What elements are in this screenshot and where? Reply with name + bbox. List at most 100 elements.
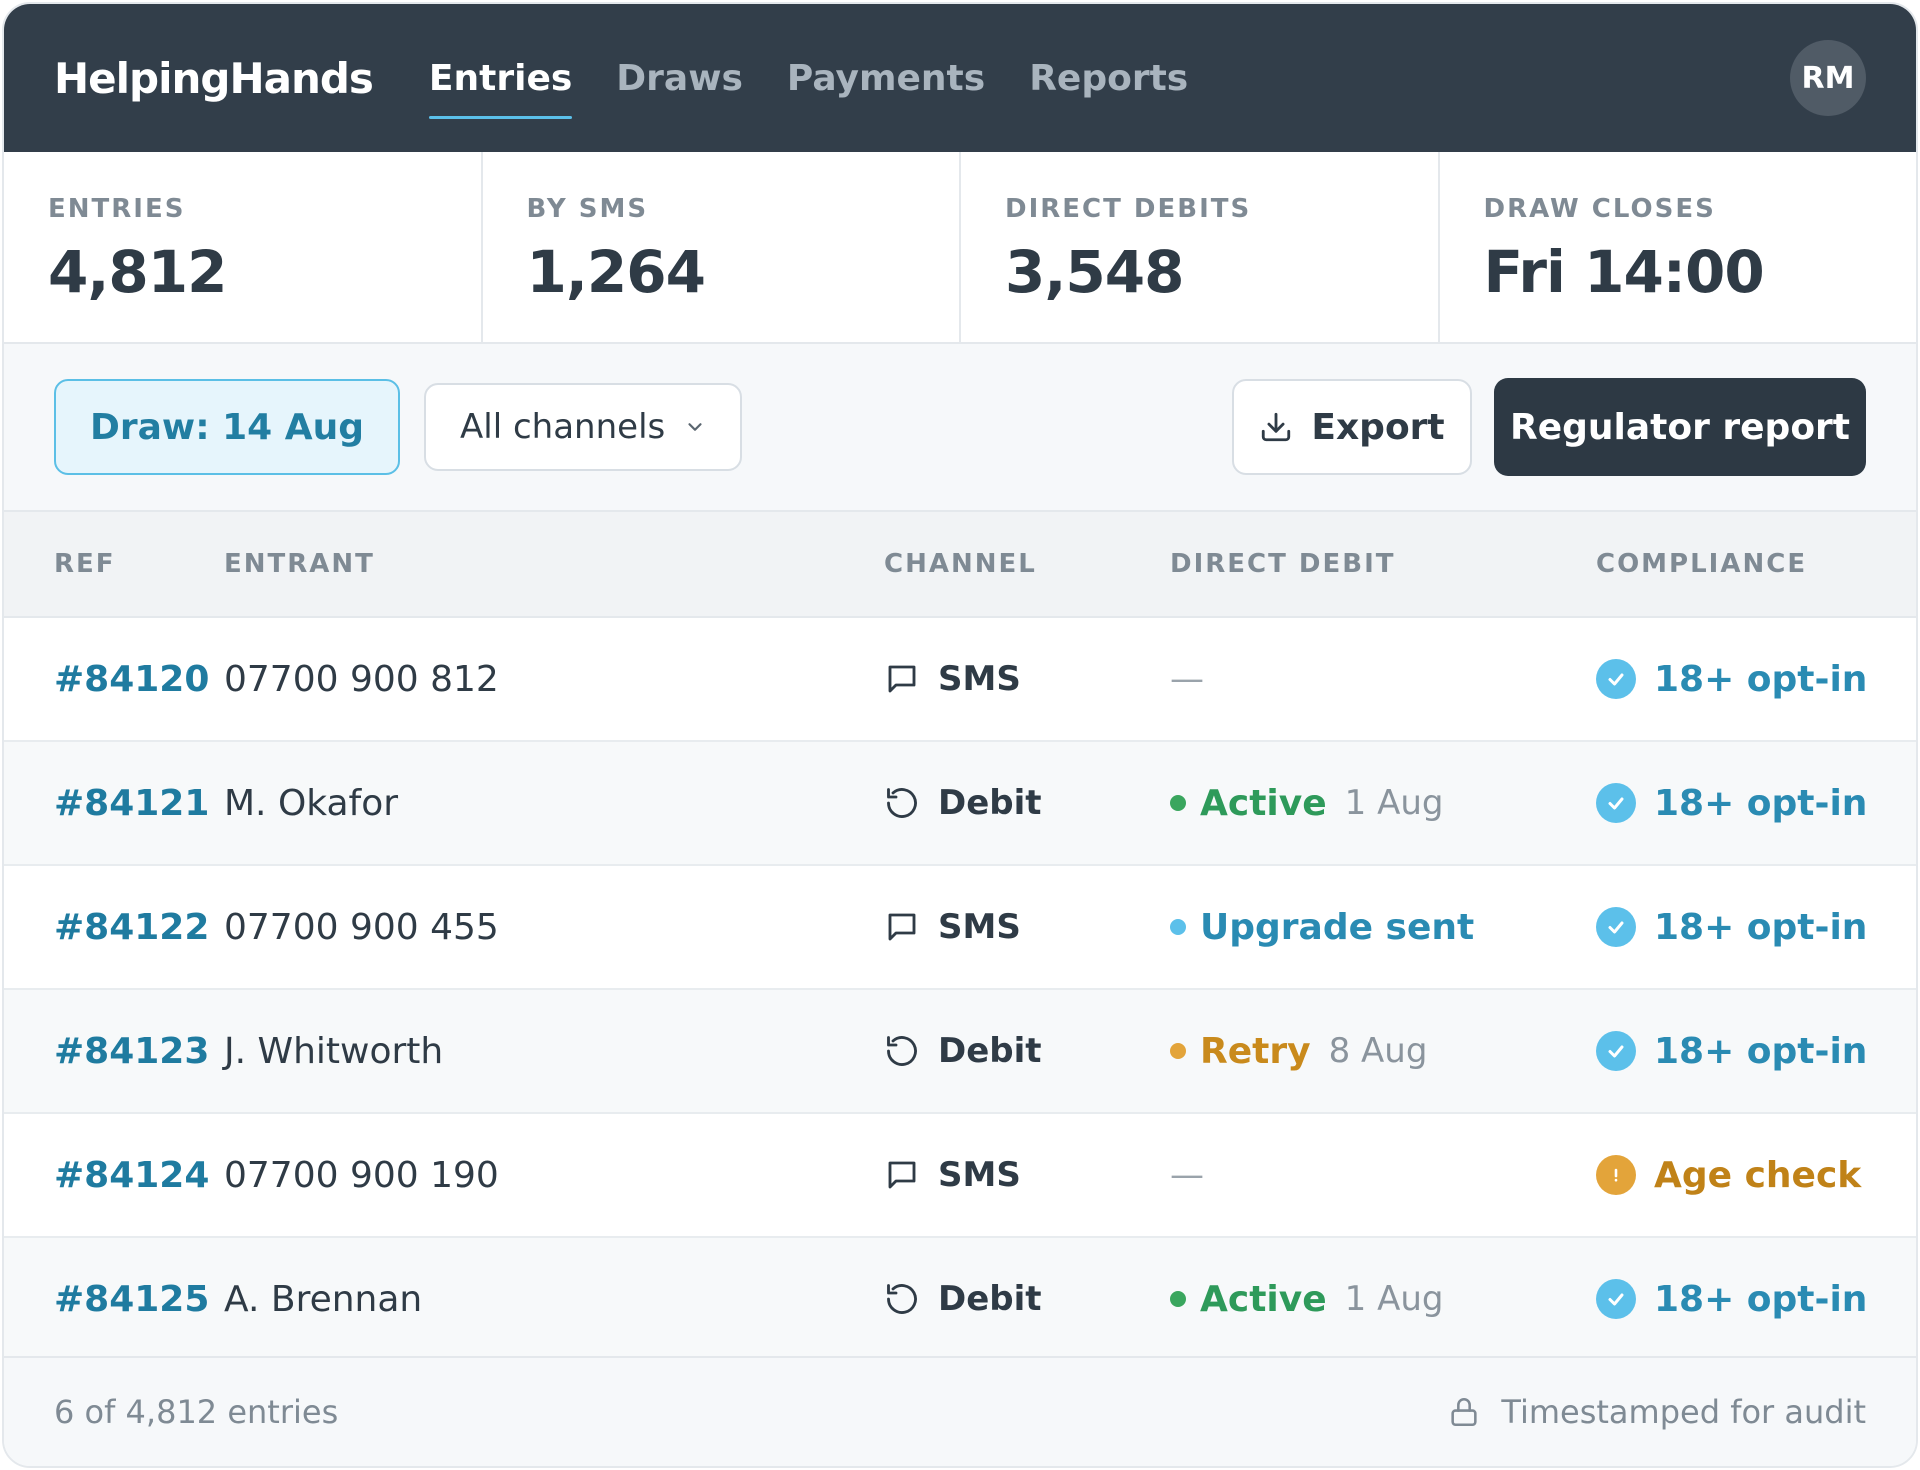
stat-entries: ENTRIES 4,812: [4, 152, 483, 342]
channel-label: SMS: [938, 907, 1021, 947]
export-button[interactable]: Export: [1232, 379, 1472, 475]
entrant-name: 07700 900 455: [224, 906, 499, 948]
tab-entries[interactable]: Entries: [428, 50, 573, 119]
status-dot: [1170, 919, 1186, 935]
channel-label: SMS: [938, 659, 1021, 699]
stat-by-sms: BY SMS 1,264: [483, 152, 961, 342]
dd-date: 1 Aug: [1344, 783, 1444, 823]
header-compliance[interactable]: COMPLIANCE: [1596, 549, 1807, 579]
regulator-report-button[interactable]: Regulator report: [1494, 378, 1866, 476]
compliance-label: 18+ opt-in: [1654, 1278, 1868, 1320]
entry-ref-link[interactable]: #84121: [54, 783, 209, 824]
entries-count: 6 of 4,812 entries: [54, 1393, 339, 1431]
dd-status: Active: [1200, 782, 1327, 824]
channel-cell: Debit: [884, 783, 1042, 823]
compliance-label: 18+ opt-in: [1654, 782, 1868, 824]
recurring-icon: [887, 1284, 917, 1314]
recurring-icon: [887, 1036, 917, 1066]
status-dot: [1170, 795, 1186, 811]
channel-label: Debit: [938, 783, 1042, 823]
tab-draws[interactable]: Draws: [616, 50, 743, 107]
app-window: HelpingHands Entries Draws Payments Repo…: [2, 2, 1918, 1468]
channel-cell: SMS: [884, 659, 1021, 699]
entry-ref-link[interactable]: #84122: [54, 907, 209, 948]
compliance-badge[interactable]: 18+ opt-in: [1596, 1031, 1867, 1072]
stats-strip: ENTRIES 4,812 BY SMS 1,264 DIRECT DEBITS…: [4, 152, 1916, 344]
channel-select-value: All channels: [460, 407, 666, 447]
stat-value: 3,548: [1005, 238, 1184, 306]
stat-label: DIRECT DEBITS: [1005, 194, 1252, 224]
table-row[interactable]: #84124 07700 900 190 SMS — Age check: [4, 1114, 1916, 1238]
stat-label: ENTRIES: [48, 194, 186, 224]
header-channel[interactable]: CHANNEL: [884, 549, 1037, 579]
status-dot: [1170, 1043, 1186, 1059]
download-icon: [1262, 412, 1291, 442]
table-header: REF ENTRANT CHANNEL DIRECT DEBIT COMPLIA…: [4, 512, 1916, 618]
top-navigation-bar: HelpingHands Entries Draws Payments Repo…: [4, 4, 1916, 152]
table-row[interactable]: #84121 M. Okafor Debit Active 1 Aug 18+ opt-i…: [4, 742, 1916, 866]
lock-icon: [1451, 1398, 1477, 1427]
stat-value: Fri 14:00: [1483, 238, 1765, 306]
table-row[interactable]: #84122 07700 900 455 SMS Upgrade sent 18+ op…: [4, 866, 1916, 990]
channel-cell: Debit: [884, 1031, 1042, 1071]
entry-ref-link[interactable]: #84123: [54, 1031, 209, 1072]
entrant-name: J. Whitworth: [224, 1030, 444, 1072]
stat-draw-closes: DRAW CLOSES Fri 14:00: [1440, 152, 1917, 342]
stat-label: DRAW CLOSES: [1483, 194, 1716, 224]
stat-value: 4,812: [48, 238, 227, 306]
user-avatar[interactable]: RM: [1790, 40, 1866, 116]
check-circle-icon: [1596, 907, 1636, 947]
compliance-badge[interactable]: 18+ opt-in: [1596, 1279, 1867, 1320]
compliance-label: Age check: [1654, 1154, 1862, 1196]
chevron-down-icon: [688, 423, 702, 431]
header-entrant[interactable]: ENTRANT: [224, 549, 375, 579]
direct-debit-cell: Active 1 Aug: [1170, 783, 1443, 824]
status-dot: [1170, 1291, 1186, 1307]
alert-circle-icon: [1596, 1155, 1636, 1195]
table-row[interactable]: #84125 A. Brennan Debit Active 1 Aug 18+ opt-…: [4, 1238, 1916, 1362]
channel-select[interactable]: All channels: [424, 383, 743, 471]
message-icon: [888, 1161, 916, 1189]
brand-logo[interactable]: HelpingHands: [54, 54, 374, 103]
stat-label: BY SMS: [526, 194, 649, 224]
check-circle-icon: [1596, 1031, 1636, 1071]
dd-status: Retry: [1200, 1030, 1311, 1072]
channel-cell: SMS: [884, 907, 1021, 947]
header-ref[interactable]: REF: [54, 549, 116, 579]
channel-cell: Debit: [884, 1279, 1042, 1319]
header-direct-debit[interactable]: DIRECT DEBIT: [1170, 549, 1395, 579]
message-icon: [888, 665, 916, 693]
channel-label: SMS: [938, 1155, 1021, 1195]
channel-label: Debit: [938, 1279, 1042, 1319]
entrant-name: 07700 900 190: [224, 1154, 499, 1196]
compliance-badge[interactable]: 18+ opt-in: [1596, 783, 1867, 824]
stat-value: 1,264: [526, 238, 706, 306]
compliance-badge[interactable]: 18+ opt-in: [1596, 659, 1867, 700]
export-label: Export: [1311, 406, 1445, 448]
direct-debit-cell: —: [1170, 1155, 1204, 1195]
tab-payments[interactable]: Payments: [787, 50, 985, 107]
draw-filter-chip[interactable]: Draw: 14 Aug: [54, 379, 401, 475]
entry-ref-link[interactable]: #84120: [54, 659, 209, 700]
channel-cell: SMS: [884, 1155, 1021, 1195]
dd-date: 8 Aug: [1328, 1031, 1428, 1071]
stat-direct-debits: DIRECT DEBITS 3,548: [961, 152, 1440, 342]
compliance-label: 18+ opt-in: [1654, 906, 1868, 948]
main-nav: Entries Draws Payments Reports: [428, 4, 1188, 152]
dd-status: Upgrade sent: [1200, 906, 1475, 948]
compliance-badge[interactable]: 18+ opt-in: [1596, 907, 1867, 948]
message-icon: [888, 913, 916, 941]
tab-reports[interactable]: Reports: [1029, 50, 1188, 107]
compliance-label: 18+ opt-in: [1654, 1030, 1868, 1072]
dd-status: Active: [1200, 1278, 1327, 1320]
table-row[interactable]: #84123 J. Whitworth Debit Retry 8 Aug 18+ opt…: [4, 990, 1916, 1114]
table-row[interactable]: #84120 07700 900 812 SMS — 18+ opt-in: [4, 618, 1916, 742]
entry-ref-link[interactable]: #84124: [54, 1155, 209, 1196]
audit-note: Timestamped for audit: [1447, 1393, 1866, 1431]
dd-empty: —: [1170, 1155, 1204, 1195]
entry-ref-link[interactable]: #84125: [54, 1279, 209, 1320]
direct-debit-cell: Active 1 Aug: [1170, 1279, 1443, 1320]
compliance-badge[interactable]: Age check: [1596, 1155, 1861, 1196]
filter-toolbar: Draw: 14 Aug All channels Export Regulat…: [4, 344, 1916, 512]
check-circle-icon: [1596, 659, 1636, 699]
